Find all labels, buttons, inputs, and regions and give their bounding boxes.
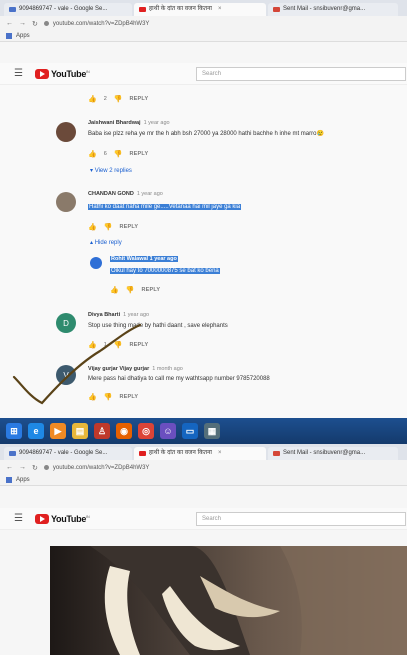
lock-icon	[43, 465, 49, 470]
tab-label: Sent Mail - snsibuvenr@gma...	[283, 450, 366, 456]
back-arrow-icon[interactable]: ←	[6, 464, 13, 471]
tab-label: हाथी के दांत का वजन कितना	[149, 450, 212, 456]
windows-start-icon[interactable]: ⊞	[6, 423, 22, 439]
reload-icon[interactable]: ↻	[32, 464, 38, 472]
browser-tab-gmail[interactable]: Sent Mail - snsibuvenr@gma...	[268, 447, 398, 460]
address-bar: ← → ↻ youtube.com/watch?v=ZDpB4hW3Y	[0, 16, 407, 31]
youtube-play-icon	[34, 68, 49, 79]
bookmarks-bar: Apps	[0, 475, 407, 486]
url-field[interactable]: youtube.com/watch?v=ZDpB4hW3Y	[43, 20, 407, 27]
tab-label: हाथी के दांत का वजन कितना	[149, 6, 212, 12]
chrome-icon[interactable]: ◎	[138, 423, 154, 439]
forward-arrow-icon[interactable]: →	[19, 464, 26, 471]
back-arrow-icon[interactable]: ←	[6, 20, 13, 27]
search-input[interactable]: Search	[196, 66, 406, 81]
google-favicon-icon	[9, 451, 16, 456]
tab-label: 9094869747 - vale - Google Se...	[19, 6, 108, 12]
people-app-icon[interactable]: ☺	[160, 423, 176, 439]
apps-grid-icon	[6, 477, 12, 483]
browser-tab-bar: 9094869747 - vale - Google Se... हाथी के…	[0, 0, 407, 16]
firefox-icon[interactable]: ◉	[116, 423, 132, 439]
browser-tab-youtube[interactable]: हाथी के दांत का वजन कितना ×	[134, 3, 266, 16]
browser-tab-gmail[interactable]: Sent Mail - snsibuvenr@gma...	[268, 3, 398, 16]
browser-tab-bar: 9094869747 - vale - Google Se... हाथी के…	[0, 444, 407, 460]
remote-desktop-icon[interactable]: ▭	[182, 423, 198, 439]
forward-arrow-icon[interactable]: →	[19, 20, 26, 27]
url-text: youtube.com/watch?v=ZDpB4hW3Y	[52, 464, 150, 471]
url-field[interactable]: youtube.com/watch?v=ZDpB4hW3Y	[43, 464, 407, 471]
youtube-wordmark: YouTubeIN	[50, 513, 90, 524]
lock-icon	[43, 21, 49, 26]
windows-taskbar: ⊞ e ▶ ▤ ♙ ◉ ◎ ☺ ▭ ▦	[0, 418, 407, 444]
youtube-header: ☰ YouTubeIN Search	[0, 63, 407, 85]
browser-tab-google[interactable]: 9094869747 - vale - Google Se...	[4, 447, 132, 460]
bookmark-apps[interactable]: Apps	[16, 477, 30, 483]
internet-explorer-icon[interactable]: e	[28, 423, 44, 439]
security-app-icon[interactable]: ♙	[94, 423, 110, 439]
tab-label: Sent Mail - snsibuvenr@gma...	[283, 6, 366, 12]
media-player-icon[interactable]: ▶	[50, 423, 66, 439]
video-player[interactable]	[50, 546, 407, 655]
comments-section: 👍 2 👎 REPLY Jaishwani Bhardwaj 1 year ago…	[0, 85, 407, 418]
search-input[interactable]: Search	[196, 511, 406, 526]
tab-label: 9094869747 - vale - Google Se...	[19, 450, 108, 456]
file-explorer-icon[interactable]: ▤	[72, 423, 88, 439]
elephant-tusk-video-frame	[90, 546, 407, 655]
youtube-logo[interactable]: YouTubeIN	[34, 68, 90, 79]
notes-app-icon[interactable]: ▦	[204, 423, 220, 439]
youtube-favicon-icon	[139, 7, 146, 12]
close-tab-icon[interactable]: ×	[218, 447, 222, 460]
handdrawn-checkmark-annotation	[12, 323, 142, 405]
gmail-favicon-icon	[273, 451, 280, 456]
address-bar: ← → ↻ youtube.com/watch?v=ZDpB4hW3Y	[0, 460, 407, 475]
url-text: youtube.com/watch?v=ZDpB4hW3Y	[52, 20, 150, 27]
youtube-play-icon	[34, 513, 49, 524]
google-favicon-icon	[9, 7, 16, 12]
close-tab-icon[interactable]: ×	[218, 3, 222, 16]
youtube-favicon-icon	[139, 451, 146, 456]
browser-tab-google[interactable]: 9094869747 - vale - Google Se...	[4, 3, 132, 16]
apps-grid-icon	[6, 33, 12, 39]
menu-icon[interactable]: ☰	[14, 513, 23, 524]
bookmarks-bar: Apps	[0, 31, 407, 42]
reload-icon[interactable]: ↻	[32, 20, 38, 28]
gmail-favicon-icon	[273, 7, 280, 12]
browser-tab-youtube[interactable]: हाथी के दांत का वजन कितना ×	[134, 447, 266, 460]
menu-icon[interactable]: ☰	[14, 68, 23, 79]
youtube-header: ☰ YouTubeIN Search	[0, 508, 407, 530]
bookmark-apps[interactable]: Apps	[16, 33, 30, 39]
youtube-logo[interactable]: YouTubeIN	[34, 513, 90, 524]
youtube-wordmark: YouTubeIN	[50, 68, 90, 79]
